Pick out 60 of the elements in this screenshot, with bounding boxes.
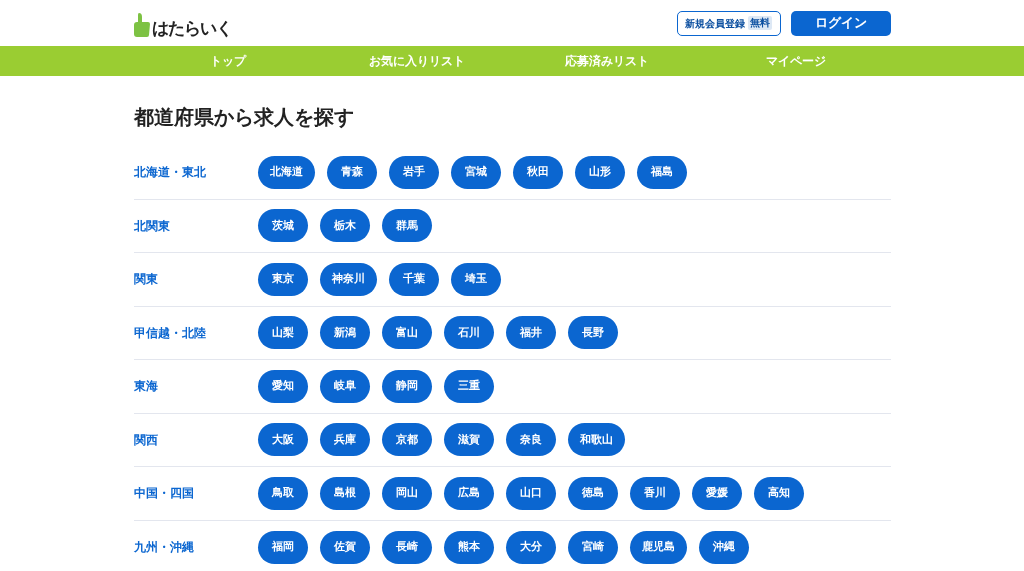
prefecture-button[interactable]: 岐阜 (319, 369, 370, 403)
prefecture-button[interactable]: 宮崎 (567, 530, 618, 564)
region-label: 北海道・東北 (133, 164, 207, 182)
prefecture-button[interactable]: 鳥取 (257, 476, 308, 510)
region-label: 関東 (133, 271, 159, 289)
prefecture-button[interactable]: 宮城 (450, 155, 501, 189)
region-label: 甲信越・北陸 (133, 324, 207, 342)
prefecture-button[interactable]: 栃木 (319, 209, 370, 243)
prefecture-button[interactable]: 東京 (257, 262, 308, 296)
page-title: 都道府県から求人を探す (133, 104, 355, 131)
prefecture-button[interactable]: 佐賀 (319, 530, 370, 564)
region-label: 九州・沖縄 (133, 539, 195, 557)
login-button[interactable]: ログイン (790, 10, 891, 36)
prefecture-button[interactable]: 愛知 (257, 369, 308, 403)
register-button[interactable]: 新規会員登録 無料 (676, 10, 781, 36)
prefecture-button[interactable]: 三重 (443, 369, 494, 403)
prefecture-button[interactable]: 茨城 (257, 209, 308, 243)
logo-text[interactable]: はたらいく (151, 20, 232, 37)
prefecture-button[interactable]: 徳島 (567, 476, 618, 510)
prefecture-button[interactable]: 岩手 (388, 155, 439, 189)
prefecture-button[interactable]: 島根 (319, 476, 370, 510)
prefecture-button[interactable]: 滋賀 (443, 423, 494, 457)
prefecture-button[interactable]: 秋田 (512, 155, 563, 189)
prefecture-button[interactable]: 長崎 (381, 530, 432, 564)
prefecture-button[interactable]: 福島 (636, 155, 687, 189)
prefecture-button[interactable]: 愛媛 (691, 476, 742, 510)
prefecture-button[interactable]: 山口 (505, 476, 556, 510)
prefecture-button[interactable]: 大分 (505, 530, 556, 564)
prefecture-button[interactable]: 沖縄 (698, 530, 749, 564)
prefecture-button[interactable]: 香川 (629, 476, 680, 510)
prefecture-button[interactable]: 千葉 (388, 262, 439, 296)
prefecture-button[interactable]: 群馬 (381, 209, 432, 243)
prefecture-button[interactable]: 神奈川 (319, 262, 377, 296)
prefecture-button[interactable]: 岡山 (381, 476, 432, 510)
prefecture-button[interactable]: 新潟 (319, 316, 370, 350)
prefecture-button[interactable]: 長野 (567, 316, 618, 350)
prefecture-button[interactable]: 熊本 (443, 530, 494, 564)
prefecture-button[interactable]: 福岡 (257, 530, 308, 564)
region-label: 東海 (133, 378, 159, 396)
prefecture-button[interactable]: 富山 (381, 316, 432, 350)
region-label: 北関東 (133, 217, 171, 235)
region-label: 中国・四国 (133, 485, 195, 503)
prefecture-button[interactable]: 京都 (381, 423, 432, 457)
prefecture-button[interactable]: 福井 (505, 316, 556, 350)
region-label: 関西 (133, 431, 159, 449)
free-badge: 無料 (748, 16, 772, 30)
prefecture-button[interactable]: 鹿児島 (629, 530, 687, 564)
prefecture-button[interactable]: 静岡 (381, 369, 432, 403)
prefecture-button[interactable]: 埼玉 (450, 262, 501, 296)
prefecture-button[interactable]: 石川 (443, 316, 494, 350)
prefecture-button[interactable]: 和歌山 (567, 423, 625, 457)
prefecture-button[interactable]: 青森 (326, 155, 377, 189)
prefecture-button[interactable]: 北海道 (257, 155, 315, 189)
prefecture-button[interactable]: 高知 (753, 476, 804, 510)
prefecture-button[interactable]: 山形 (574, 155, 625, 189)
prefecture-button[interactable]: 山梨 (257, 316, 308, 350)
prefecture-button[interactable]: 大阪 (257, 423, 308, 457)
prefecture-button[interactable]: 奈良 (505, 423, 556, 457)
prefecture-button[interactable]: 広島 (443, 476, 494, 510)
prefecture-button[interactable]: 兵庫 (319, 423, 370, 457)
